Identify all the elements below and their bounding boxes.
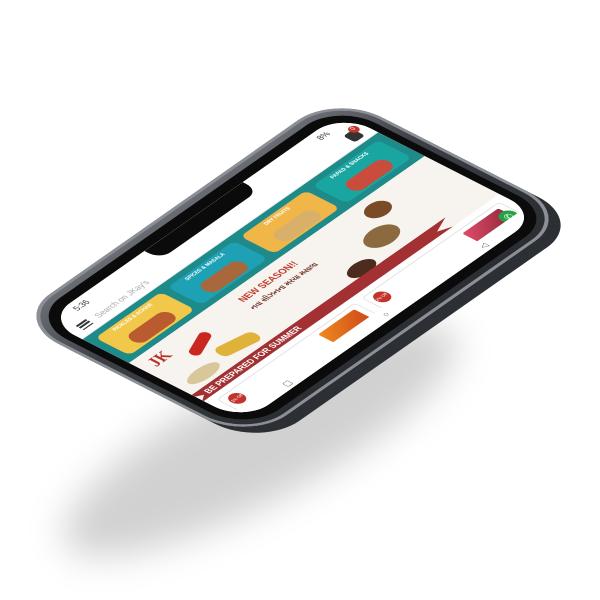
product-mrp: ₹42 (421, 301, 435, 310)
cart-icon[interactable]: 0 (343, 124, 366, 143)
cinnamon-image (358, 197, 398, 222)
spice-image (355, 220, 408, 253)
phone-device: 5:36 8% Search on JKay's 0 Pickles & Ach… (12, 93, 573, 442)
brand-logo: JK (143, 348, 178, 370)
back-icon[interactable]: ◁ (476, 241, 490, 249)
phone-bezel: 5:36 8% Search on JKay's 0 Pickles & Ach… (28, 103, 557, 432)
product-mrp: ₹42 (276, 402, 290, 411)
product-price: ₹41 (407, 311, 423, 321)
chili-image (187, 330, 214, 357)
menu-icon[interactable] (75, 319, 94, 331)
home-icon[interactable]: ○ (379, 310, 392, 317)
recent-apps-icon[interactable]: ▢ (279, 379, 294, 388)
app-screen: 5:36 8% Search on JKay's 0 Pickles & Ach… (45, 113, 540, 422)
product-pack-select[interactable]: 1 PKT - ₹41 (414, 305, 442, 324)
product-price: ₹41 (262, 412, 278, 422)
